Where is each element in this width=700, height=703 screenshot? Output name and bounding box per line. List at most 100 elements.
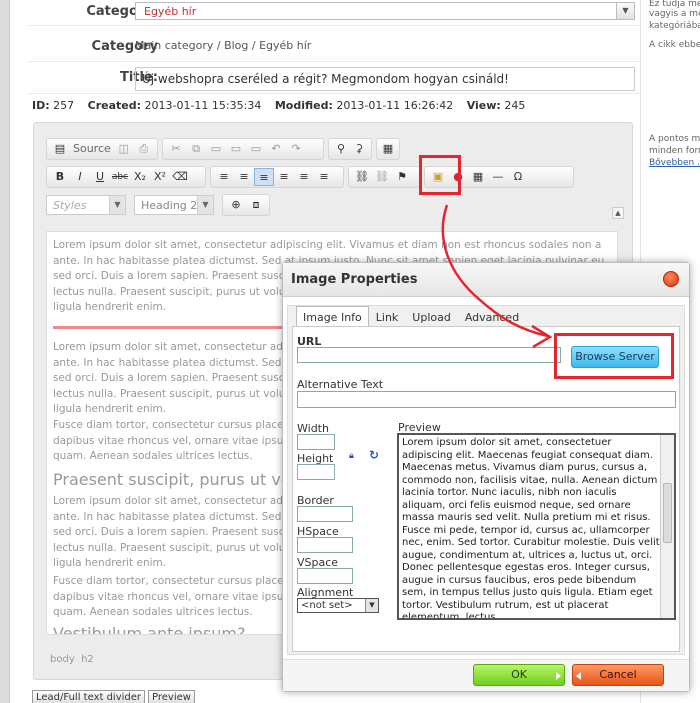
close-icon[interactable] <box>663 271 679 287</box>
remove-format-icon[interactable]: ⌫ <box>170 168 190 186</box>
vspace-input[interactable] <box>297 568 353 584</box>
show-blocks-icon[interactable]: ⧈ <box>246 196 266 214</box>
link-icon[interactable]: ⛓ <box>352 168 372 186</box>
bold-icon[interactable]: B <box>50 168 70 186</box>
tab-advanced[interactable]: Advanced <box>458 306 526 328</box>
help-text-6: minden forr <box>649 146 700 156</box>
paste-word-icon[interactable]: ▭ <box>246 140 266 158</box>
copy-icon[interactable]: ⧉ <box>186 140 206 158</box>
breadcrumb-row: Category Main category / Blog / Egyéb hí… <box>28 26 640 62</box>
undo-icon[interactable]: ↶ <box>266 140 286 158</box>
alt-text-input[interactable] <box>297 391 676 408</box>
toolbar-group-clipboard: ✂ ⧉ ▭ ▭ ▭ ↶ ↷ <box>162 138 324 160</box>
align-left-icon[interactable]: ≡ <box>254 168 274 186</box>
cut-icon[interactable]: ✂ <box>166 140 186 158</box>
toolbar-group-basic: B I U abc X₂ X² ⌫ <box>46 166 206 188</box>
numbered-list-icon[interactable]: ≡ <box>214 168 234 186</box>
align-justify-icon[interactable]: ≡ <box>314 168 334 186</box>
select-all-icon[interactable]: ▦ <box>380 140 396 158</box>
source-icon[interactable]: ▤ <box>50 140 70 158</box>
align-center-icon[interactable]: ≡ <box>274 168 294 186</box>
toolbar-group-select: ▦ <box>376 138 400 160</box>
italic-icon[interactable]: I <box>70 168 90 186</box>
arrow-left-icon <box>576 672 581 680</box>
toolbar-group-links: ⛓ ⛓ ⚑ <box>348 166 420 188</box>
ok-button[interactable]: OK <box>473 664 565 686</box>
chevron-down-icon: ▼ <box>197 196 213 214</box>
paste-icon[interactable]: ▭ <box>206 140 226 158</box>
format-combo[interactable]: Heading 2 ▼ <box>134 195 214 215</box>
horizontal-rule-icon[interactable]: — <box>488 168 508 186</box>
collapse-toolbar-icon[interactable]: ▲ <box>612 207 624 219</box>
created-label: Created: <box>87 99 141 112</box>
arrow-right-icon <box>556 672 561 680</box>
underline-icon[interactable]: U <box>90 168 110 186</box>
subscript-icon[interactable]: X₂ <box>130 168 150 186</box>
cancel-button[interactable]: Cancel <box>572 664 664 686</box>
find-icon[interactable]: ⚲ <box>332 140 350 158</box>
toolbar-group-paragraph: ≡ ≡ ≡ ≡ ≡ ≡ <box>210 166 344 188</box>
source-button[interactable]: Source <box>70 140 114 158</box>
superscript-icon[interactable]: X² <box>150 168 170 186</box>
editor-buttons: Lead/Full text divider Preview <box>32 690 195 703</box>
category-row: Category: Egyéb hír ▼ <box>28 0 640 26</box>
hspace-input[interactable] <box>297 537 353 553</box>
strike-icon[interactable]: abc <box>110 168 130 186</box>
height-input[interactable] <box>297 464 335 480</box>
image-button-highlight <box>419 155 461 195</box>
preview-text: Lorem ipsum dolor sit amet, consectetuer… <box>402 437 660 620</box>
table-icon[interactable]: ▦ <box>468 168 488 186</box>
special-char-icon[interactable]: Ω <box>508 168 528 186</box>
styles-combo-label: Styles <box>53 199 87 212</box>
toolbar-group-find: ⚲ ⚳ <box>328 138 372 160</box>
border-input[interactable] <box>297 506 353 522</box>
preview-icon[interactable]: ◫ <box>114 140 134 158</box>
maximize-icon[interactable]: ⊕ <box>226 196 246 214</box>
redo-icon[interactable]: ↷ <box>286 140 306 158</box>
lock-icon[interactable]: 🔒︎ <box>349 451 354 461</box>
dialog-header[interactable]: Image Properties <box>283 263 689 297</box>
tab-link[interactable]: Link <box>369 306 406 328</box>
anchor-icon[interactable]: ⚑ <box>392 168 412 186</box>
tab-upload[interactable]: Upload <box>405 306 458 328</box>
styles-combo[interactable]: Styles ▼ <box>46 195 126 215</box>
created-value: 2013-01-11 15:35:34 <box>144 99 262 112</box>
alt-text-label: Alternative Text <box>297 378 384 391</box>
chevron-down-icon: ▼ <box>616 3 634 19</box>
chevron-down-icon: ▼ <box>109 196 125 214</box>
path-h2[interactable]: h2 <box>81 654 94 665</box>
help-more-link[interactable]: Bővebben ... <box>649 157 700 169</box>
url-input[interactable] <box>297 347 561 363</box>
print-icon[interactable]: ⎙ <box>134 140 154 158</box>
help-text-3: kategóriába <box>649 21 700 31</box>
divider-button[interactable]: Lead/Full text divider <box>32 690 146 703</box>
width-input[interactable] <box>297 434 335 450</box>
replace-icon[interactable]: ⚳ <box>350 140 368 158</box>
category-select[interactable]: Egyéb hír ▼ <box>135 2 635 20</box>
alignment-select[interactable]: <not set> ▼ <box>297 598 379 613</box>
dialog-tabs: Image Info Link Upload Advanced <box>296 306 526 328</box>
breadcrumb: Main category / Blog / Egyéb hír <box>135 39 312 52</box>
cancel-label: Cancel <box>599 668 637 681</box>
format-combo-label: Heading 2 <box>141 199 198 212</box>
view-value: 245 <box>504 99 526 112</box>
preview-button[interactable]: Preview <box>148 690 195 703</box>
article-meta: ID: 257 Created: 2013-01-11 15:35:34 Mod… <box>32 99 525 112</box>
toolbar-group-document: ▤ Source ◫ ⎙ <box>46 138 158 160</box>
reset-size-icon[interactable]: ↻ <box>369 448 379 462</box>
category-select-value: Egyéb hír <box>144 5 197 18</box>
chevron-down-icon: ▼ <box>365 599 378 612</box>
paste-text-icon[interactable]: ▭ <box>226 140 246 158</box>
element-path: body h2 <box>50 654 94 665</box>
preview-scrollbar[interactable] <box>660 435 674 618</box>
unlink-icon[interactable]: ⛓ <box>372 168 392 186</box>
alignment-value: <not set> <box>301 600 353 611</box>
help-text-4: A cikk ebbe <box>649 40 700 50</box>
browse-button-highlight <box>554 333 674 379</box>
scrollbar-thumb[interactable] <box>663 483 672 543</box>
align-right-icon[interactable]: ≡ <box>294 168 314 186</box>
title-input[interactable]: Új webshopra cseréled a régit? Megmondom… <box>135 67 635 91</box>
tab-image-info[interactable]: Image Info <box>296 306 369 328</box>
bulleted-list-icon[interactable]: ≡ <box>234 168 254 186</box>
path-body[interactable]: body <box>50 654 75 665</box>
